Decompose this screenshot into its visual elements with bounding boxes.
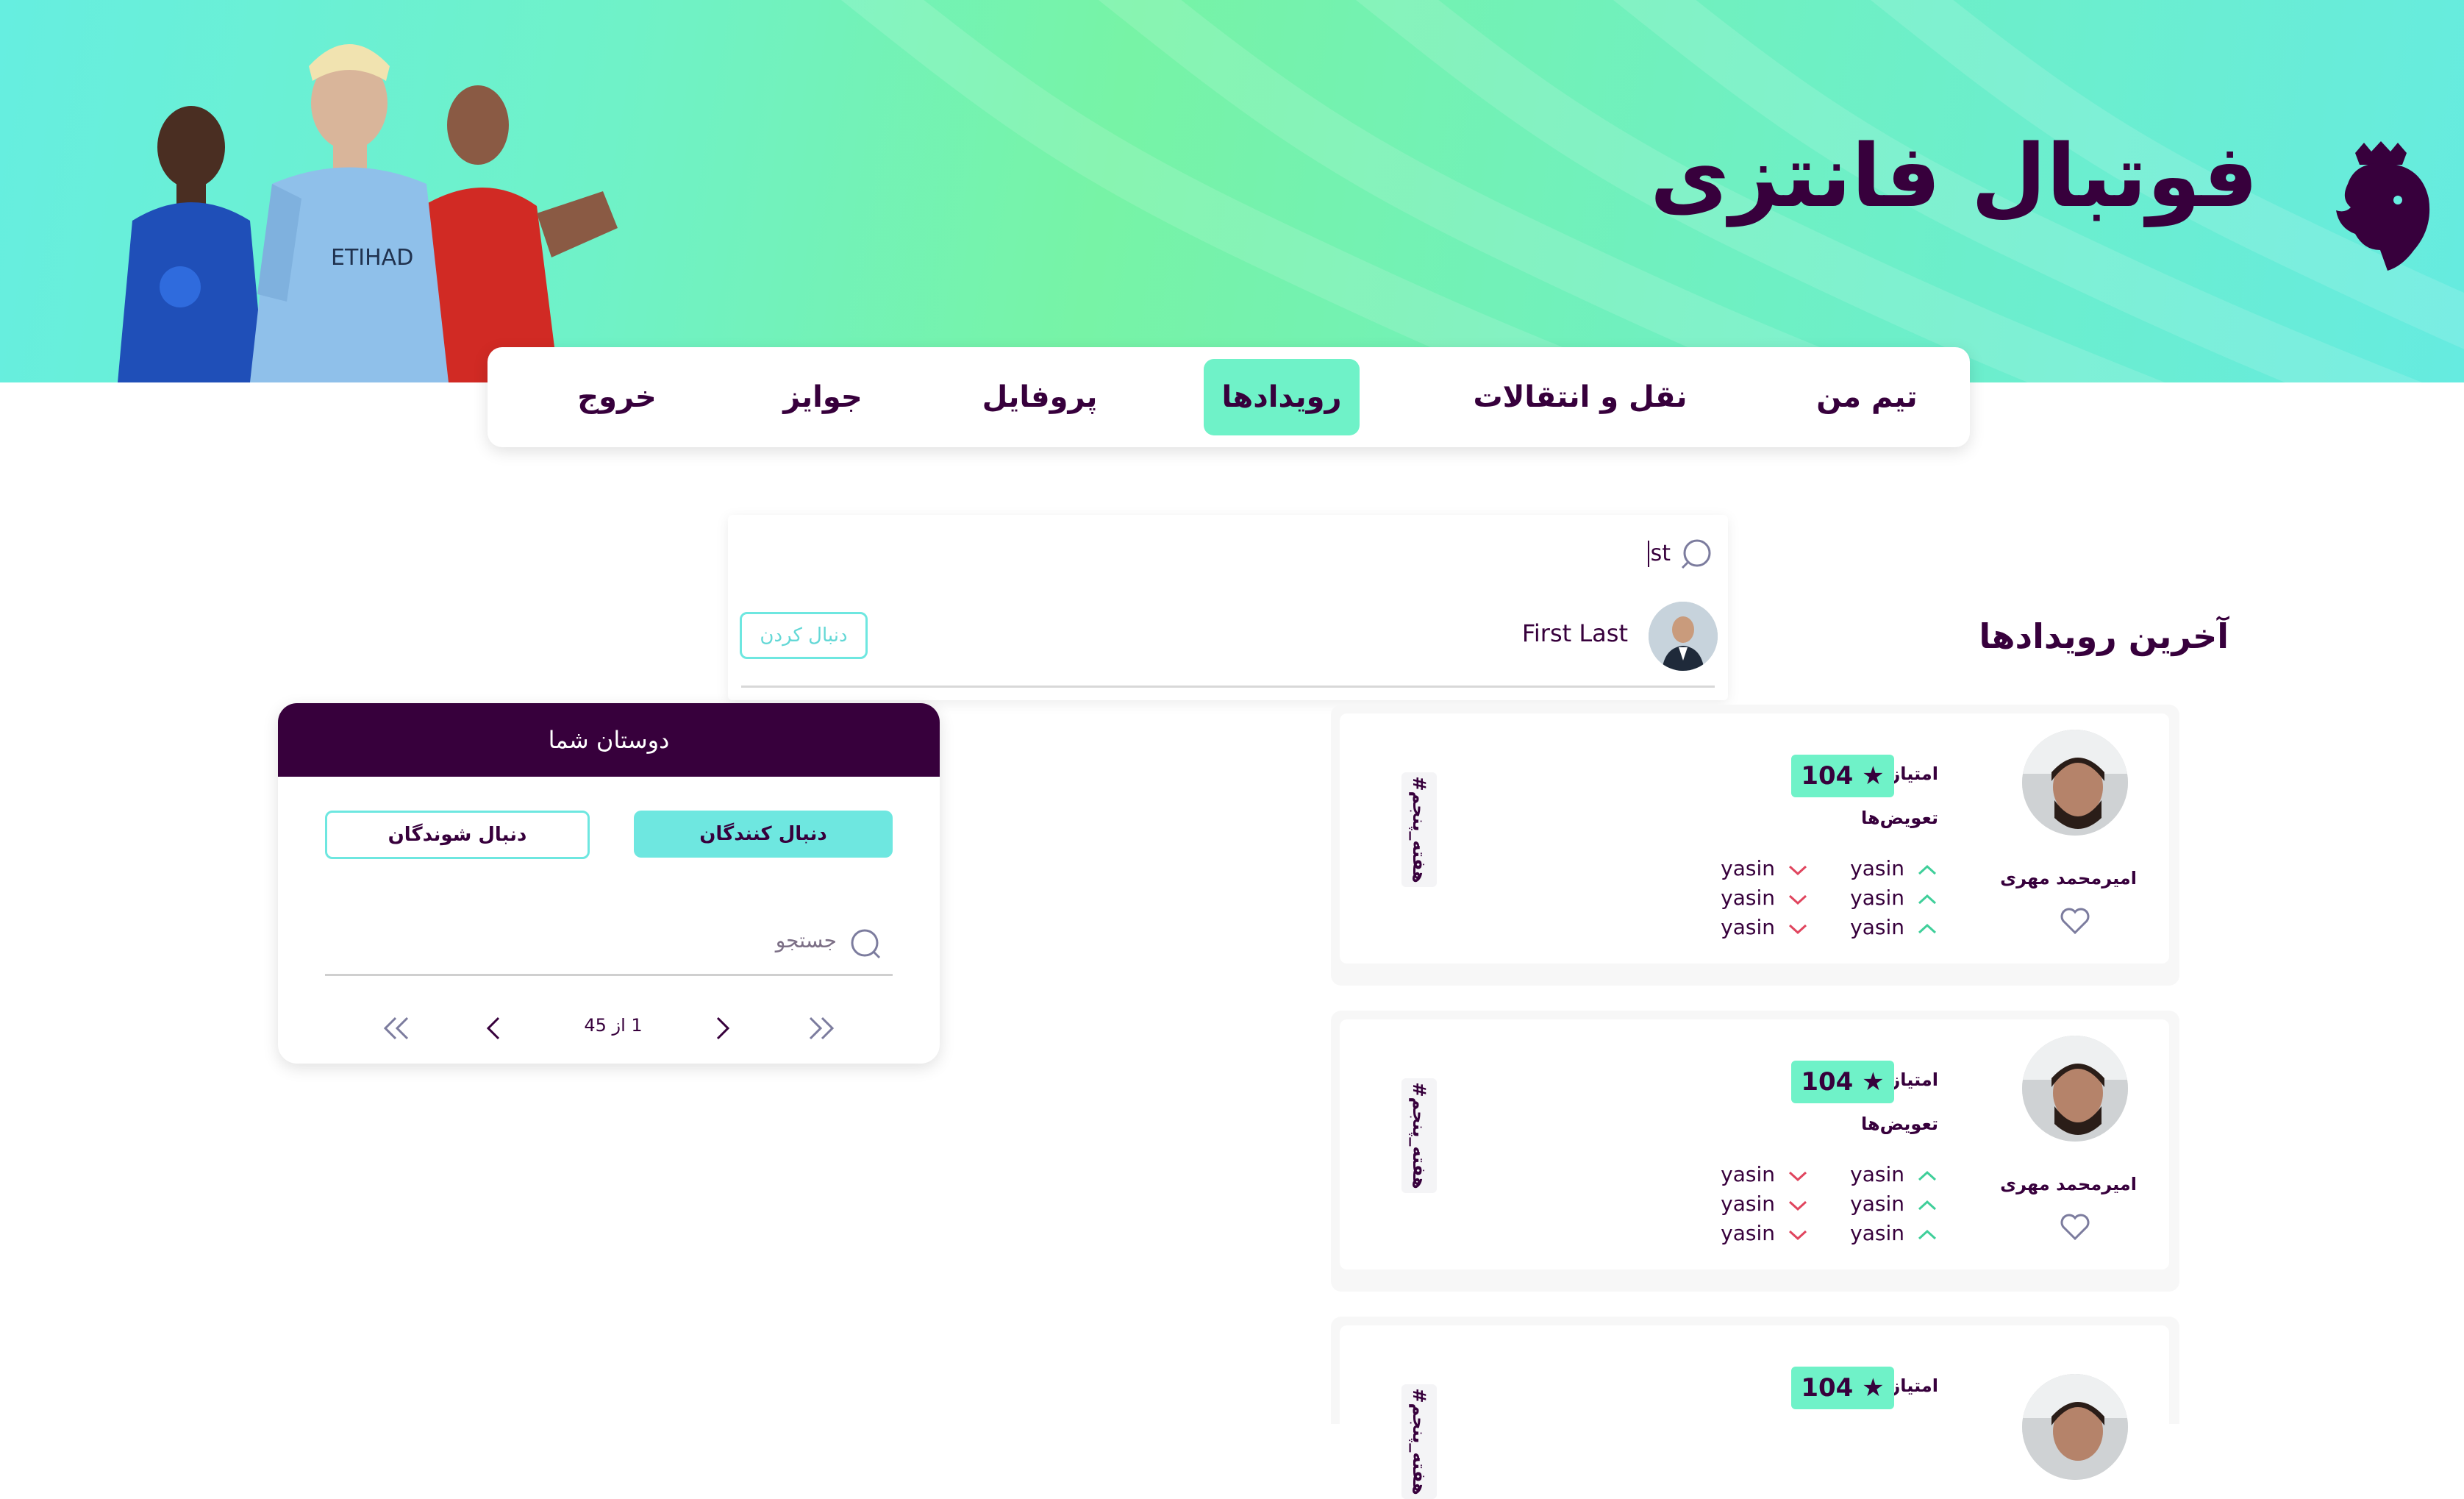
sub-out-player: yasin [1721, 915, 1775, 939]
friends-panel: دوستان شما دنبال کنندگان دنبال شوندگان ج… [278, 703, 940, 1064]
heart-icon[interactable] [2059, 1212, 2091, 1242]
user-avatar [2022, 1036, 2128, 1142]
sub-in-player: yasin [1850, 915, 1904, 939]
prev-page-icon[interactable] [485, 1015, 503, 1042]
user-avatar [2022, 1374, 2128, 1480]
sub-in-player: yasin [1850, 1221, 1904, 1245]
text-cursor [1647, 541, 1649, 567]
sub-out-player: yasin [1721, 1192, 1775, 1216]
sub-out-player: yasin [1721, 1221, 1775, 1245]
search-underline [741, 686, 1715, 688]
search-icon [1681, 539, 1711, 569]
svg-text:ETIHAD: ETIHAD [331, 245, 413, 271]
search-icon [851, 929, 881, 959]
next-page-icon[interactable] [713, 1015, 731, 1042]
user-avatar [2022, 730, 2128, 836]
nav-my-team[interactable]: تیم من [1793, 359, 1940, 435]
sub-in-player: yasin [1850, 856, 1904, 880]
week-points-badge: 104 ★ [1791, 1367, 1894, 1409]
page-indicator: 1 از 45 [584, 1015, 643, 1036]
nav-transfers[interactable]: نقل و انتقالات [1470, 359, 1690, 435]
result-name: First Last [1521, 619, 1628, 647]
search-input[interactable]: st [1647, 537, 1671, 571]
event-card: امیرمحمد مهری امتیاز هفته 104 ★ تعویض‌ها… [1331, 705, 2179, 986]
star-icon: ★ [1862, 1373, 1885, 1403]
event-card-body: امیرمحمد مهری امتیاز هفته 104 ★ تعویض‌ها… [1340, 1019, 2169, 1270]
event-card-body: امتیاز هفته 104 ★ #هفته_پنجم [1340, 1325, 2169, 1499]
nav-prizes[interactable]: جوایز [764, 359, 882, 435]
premier-league-lion-logo [2336, 141, 2430, 271]
first-page-icon[interactable] [382, 1015, 412, 1042]
star-icon: ★ [1862, 761, 1885, 791]
friends-search-input[interactable]: جستجو [776, 928, 837, 953]
week-tag-label: #هفته_پنجم [1409, 1082, 1429, 1189]
heart-icon[interactable] [2059, 906, 2091, 936]
followers-tab[interactable]: دنبال کنندگان [634, 811, 893, 858]
arrow-up-icons [1918, 864, 1937, 934]
week-tag-label: #هفته_پنجم [1409, 1388, 1429, 1495]
event-card: امتیاز هفته 104 ★ #هفته_پنجم [1331, 1317, 2179, 1499]
nav-logout[interactable]: خروج [558, 359, 676, 435]
arrow-down-icons [1788, 865, 1807, 935]
week-tag-label: #هفته_پنجم [1409, 776, 1429, 883]
points-value: 104 [1801, 1067, 1854, 1097]
arrow-up-icons [1918, 1170, 1937, 1240]
result-avatar [1649, 602, 1718, 671]
week-tag[interactable]: #هفته_پنجم [1401, 772, 1437, 887]
sub-in-player: yasin [1850, 886, 1904, 910]
sub-out-player: yasin [1721, 1162, 1775, 1186]
week-tag[interactable]: #هفته_پنجم [1401, 1384, 1437, 1499]
user-search-dropdown: st First Last دنبال کردن [728, 515, 1728, 700]
events-title: آخرین رویدادها [1979, 616, 2229, 656]
user-name: امیرمحمد مهری [2000, 1174, 2137, 1194]
event-card: امیرمحمد مهری امتیاز هفته 104 ★ تعویض‌ها… [1331, 1011, 2179, 1292]
points-value: 104 [1801, 761, 1854, 791]
star-icon: ★ [1862, 1067, 1885, 1097]
sub-in-player: yasin [1850, 1192, 1904, 1216]
week-points-badge: 104 ★ [1791, 755, 1894, 797]
sub-in-player: yasin [1850, 1162, 1904, 1186]
sub-out-player: yasin [1721, 886, 1775, 910]
week-points-badge: 104 ★ [1791, 1061, 1894, 1103]
subs-label: تعویض‌ها [1860, 808, 1938, 828]
main-nav: تیم من نقل و انتقالات رویدادها پروفایل ج… [488, 347, 1970, 447]
week-tag[interactable]: #هفته_پنجم [1401, 1078, 1437, 1193]
search-query: st [1650, 541, 1671, 566]
points-value: 104 [1801, 1373, 1854, 1403]
last-page-icon[interactable] [806, 1015, 835, 1042]
sub-out-player: yasin [1721, 856, 1775, 880]
follow-button[interactable]: دنبال کردن [740, 612, 868, 659]
nav-profile[interactable]: پروفایل [963, 359, 1117, 435]
arrow-down-icons [1788, 1171, 1807, 1241]
hero-banner: ETIHAD فوتبال فانتزی [0, 0, 2464, 382]
subs-label: تعویض‌ها [1860, 1114, 1938, 1134]
user-name: امیرمحمد مهری [2000, 868, 2137, 889]
app-title: فوتبال فانتزی [1649, 125, 2258, 227]
friends-title: دوستان شما [278, 703, 940, 777]
event-card-body: امیرمحمد مهری امتیاز هفته 104 ★ تعویض‌ها… [1340, 713, 2169, 964]
search-underline [325, 974, 893, 976]
following-tab[interactable]: دنبال شوندگان [325, 811, 590, 859]
nav-events[interactable]: رویدادها [1204, 359, 1360, 435]
players-image: ETIHAD [118, 44, 618, 382]
